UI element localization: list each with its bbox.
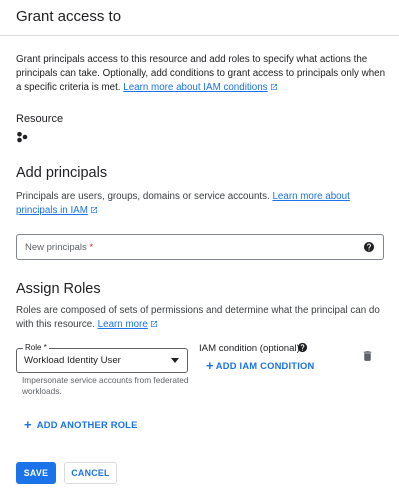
intro-text: Grant principals access to this resource… (16, 53, 388, 95)
dialog-title: Grant access to (16, 8, 122, 25)
learn-more-iam-conditions-link[interactable]: Learn more about IAM conditions (123, 82, 277, 93)
cancel-button[interactable]: CANCEL (64, 462, 117, 484)
role-select-value: Workload Identity User (24, 355, 121, 366)
add-iam-condition-label: ADD IAM CONDITION (215, 360, 315, 371)
external-link-icon (90, 207, 97, 213)
dialog-header: Grant access to (0, 0, 399, 36)
iam-condition-label: IAM condition (optional) (199, 343, 300, 354)
new-principals-placeholder: New principals * (25, 242, 93, 253)
external-link-icon (270, 84, 277, 90)
add-iam-condition-button[interactable]: + ADD IAM CONDITION (206, 358, 315, 373)
required-mark: * (89, 242, 94, 253)
save-button[interactable]: SAVE (16, 462, 56, 484)
plus-icon: + (206, 358, 214, 373)
plus-icon: + (24, 417, 32, 432)
role-help-text: Impersonate service accounts from federa… (22, 375, 189, 396)
external-link-icon (150, 321, 157, 327)
new-principals-input[interactable]: New principals * (16, 234, 384, 260)
resource-label: Resource (16, 113, 64, 125)
role-select-label: Role * (23, 343, 49, 353)
learn-more-roles-link[interactable]: Learn more (98, 319, 158, 330)
trash-icon[interactable] (361, 349, 374, 363)
role-select[interactable]: Role * Workload Identity User (16, 343, 188, 373)
learn-more-iam-conditions-label: Learn more about IAM conditions (123, 82, 268, 93)
add-another-role-button[interactable]: + ADD ANOTHER ROLE (24, 417, 138, 432)
resource-dots-icon (17, 131, 28, 143)
add-principals-heading: Add principals (16, 165, 108, 181)
add-another-role-label: ADD ANOTHER ROLE (36, 419, 138, 430)
help-icon[interactable] (363, 241, 375, 253)
roles-description-body: Roles are composed of sets of permission… (16, 305, 380, 330)
chevron-down-icon (171, 358, 179, 363)
assign-roles-heading: Assign Roles (16, 281, 101, 297)
principals-description: Principals are users, groups, domains or… (16, 190, 386, 218)
principals-description-body: Principals are users, groups, domains or… (16, 191, 273, 202)
learn-more-roles-label: Learn more (97, 319, 148, 330)
new-principals-placeholder-text: New principals (25, 242, 87, 253)
help-icon[interactable] (297, 342, 308, 353)
roles-description: Roles are composed of sets of permission… (16, 304, 386, 332)
